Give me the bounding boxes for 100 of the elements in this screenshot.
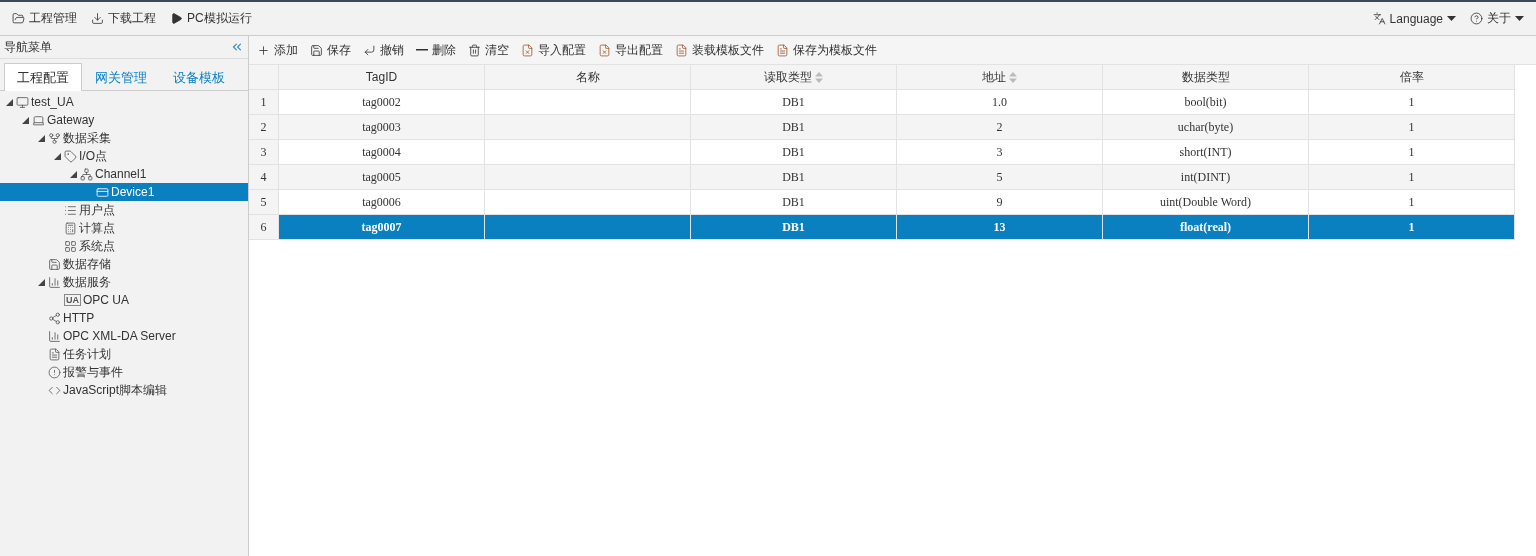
toolbar-button[interactable]: 保存: [310, 41, 351, 59]
sidebar-tab[interactable]: 工程配置: [4, 63, 82, 91]
play-icon: [170, 12, 183, 25]
dropdown-button[interactable]: 关于: [1468, 10, 1526, 27]
chart-icon: [48, 329, 61, 343]
file-icon: [675, 43, 688, 57]
chart-icon: [48, 275, 61, 289]
tree-item[interactable]: 用户点: [0, 201, 248, 219]
column-header[interactable]: 名称: [485, 65, 691, 90]
table-cell: 1: [1309, 115, 1515, 140]
table-cell: DB1: [691, 90, 897, 115]
tree-item[interactable]: 计算点: [0, 219, 248, 237]
column-header[interactable]: 数据类型: [1103, 65, 1309, 90]
toolbar-button[interactable]: 导入配置: [521, 41, 586, 59]
sidebar-tab[interactable]: 设备模板: [160, 63, 238, 91]
table-cell: DB1: [691, 215, 897, 240]
expanded-triangle-icon[interactable]: [21, 116, 29, 124]
expanded-triangle-icon[interactable]: [69, 170, 77, 178]
column-header[interactable]: TagID: [279, 65, 485, 90]
table-cell: tag0006: [279, 190, 485, 215]
ua-icon: UA: [64, 294, 81, 306]
plus-icon: [257, 43, 270, 57]
table-cell: uchar(byte): [1103, 115, 1309, 140]
table-cell: tag0004: [279, 140, 485, 165]
tree-item[interactable]: 数据服务: [0, 273, 248, 291]
menu-button[interactable]: 工程管理: [10, 10, 79, 27]
tag-icon: [64, 149, 77, 163]
toolbar-button[interactable]: 保存为模板文件: [776, 41, 877, 59]
table-cell: 1: [1309, 140, 1515, 165]
caret-icon: [1515, 16, 1524, 21]
table-cell: 1: [1309, 215, 1515, 240]
tree-item[interactable]: 数据采集: [0, 129, 248, 147]
column-header[interactable]: 读取类型: [691, 65, 897, 90]
download-icon: [91, 12, 104, 25]
collapse-icon[interactable]: [230, 40, 244, 54]
table-cell: 5: [897, 165, 1103, 190]
table-cell: 1: [1309, 90, 1515, 115]
toolbar-button[interactable]: 删除: [416, 41, 456, 59]
table-cell: 9: [897, 190, 1103, 215]
table-cell: 3: [897, 140, 1103, 165]
row-number: 4: [249, 165, 279, 190]
row-number: 2: [249, 115, 279, 140]
sidebar-title: 导航菜单: [4, 38, 52, 56]
menu-button[interactable]: 下载工程: [89, 10, 158, 27]
share-icon: [48, 311, 61, 325]
dropdown-button[interactable]: Language: [1370, 11, 1458, 26]
alert-icon: [48, 365, 61, 379]
table-cell: short(INT): [1103, 140, 1309, 165]
tree-item[interactable]: Channel1: [0, 165, 248, 183]
tree-item[interactable]: HTTP: [0, 309, 248, 327]
table-cell: 2: [897, 115, 1103, 140]
toolbar-button[interactable]: 撤销: [363, 41, 404, 59]
tree-item[interactable]: test_UA: [0, 93, 248, 111]
column-header[interactable]: 倍率: [1309, 65, 1515, 90]
save-icon: [48, 257, 61, 271]
expanded-triangle-icon[interactable]: [37, 134, 45, 142]
table-cell: uint(Double Word): [1103, 190, 1309, 215]
sidebar-tab[interactable]: 网关管理: [82, 63, 160, 91]
language-icon: [1372, 12, 1386, 25]
table-cell: int(DINT): [1103, 165, 1309, 190]
tree-item[interactable]: Gateway: [0, 111, 248, 129]
table-cell: 1.0: [897, 90, 1103, 115]
table-cell: 1: [1309, 190, 1515, 215]
tree-item[interactable]: JavaScript脚本编辑: [0, 381, 248, 399]
network-icon: [80, 167, 93, 181]
tree-item[interactable]: 任务计划: [0, 345, 248, 363]
table-cell: tag0002: [279, 90, 485, 115]
row-number: 5: [249, 190, 279, 215]
table-cell: 1: [1309, 165, 1515, 190]
tree-item[interactable]: I/O点: [0, 147, 248, 165]
tree-item[interactable]: 系统点: [0, 237, 248, 255]
table-cell: DB1: [691, 190, 897, 215]
file-icon: [776, 43, 789, 57]
undo-icon: [363, 43, 376, 57]
table-cell: tag0005: [279, 165, 485, 190]
expanded-triangle-icon[interactable]: [53, 152, 61, 160]
menu-button[interactable]: PC模拟运行: [168, 10, 254, 27]
table-cell: 13: [897, 215, 1103, 240]
row-number: 3: [249, 140, 279, 165]
tree-item[interactable]: UA OPC UA: [0, 291, 248, 309]
grid-icon: [64, 239, 77, 253]
expanded-triangle-icon[interactable]: [37, 278, 45, 286]
expanded-triangle-icon[interactable]: [5, 98, 13, 106]
minus-icon: [416, 49, 428, 51]
table-cell: float(real): [1103, 215, 1309, 240]
tree-item[interactable]: OPC XML-DA Server: [0, 327, 248, 345]
column-header[interactable]: 地址: [897, 65, 1103, 90]
row-number: 6: [249, 215, 279, 240]
file-icon: [48, 347, 61, 361]
toolbar-button[interactable]: 装载模板文件: [675, 41, 764, 59]
tree-item[interactable]: 报警与事件: [0, 363, 248, 381]
toolbar-button[interactable]: 清空: [468, 41, 509, 59]
tree-item[interactable]: Device1: [0, 183, 248, 201]
toolbar-button[interactable]: 导出配置: [598, 41, 663, 59]
calc-icon: [64, 221, 77, 235]
table-cell: bool(bit): [1103, 90, 1309, 115]
save-icon: [310, 43, 323, 57]
tree-item[interactable]: 数据存储: [0, 255, 248, 273]
monitor-icon: [16, 95, 29, 109]
toolbar-button[interactable]: 添加: [257, 41, 298, 59]
